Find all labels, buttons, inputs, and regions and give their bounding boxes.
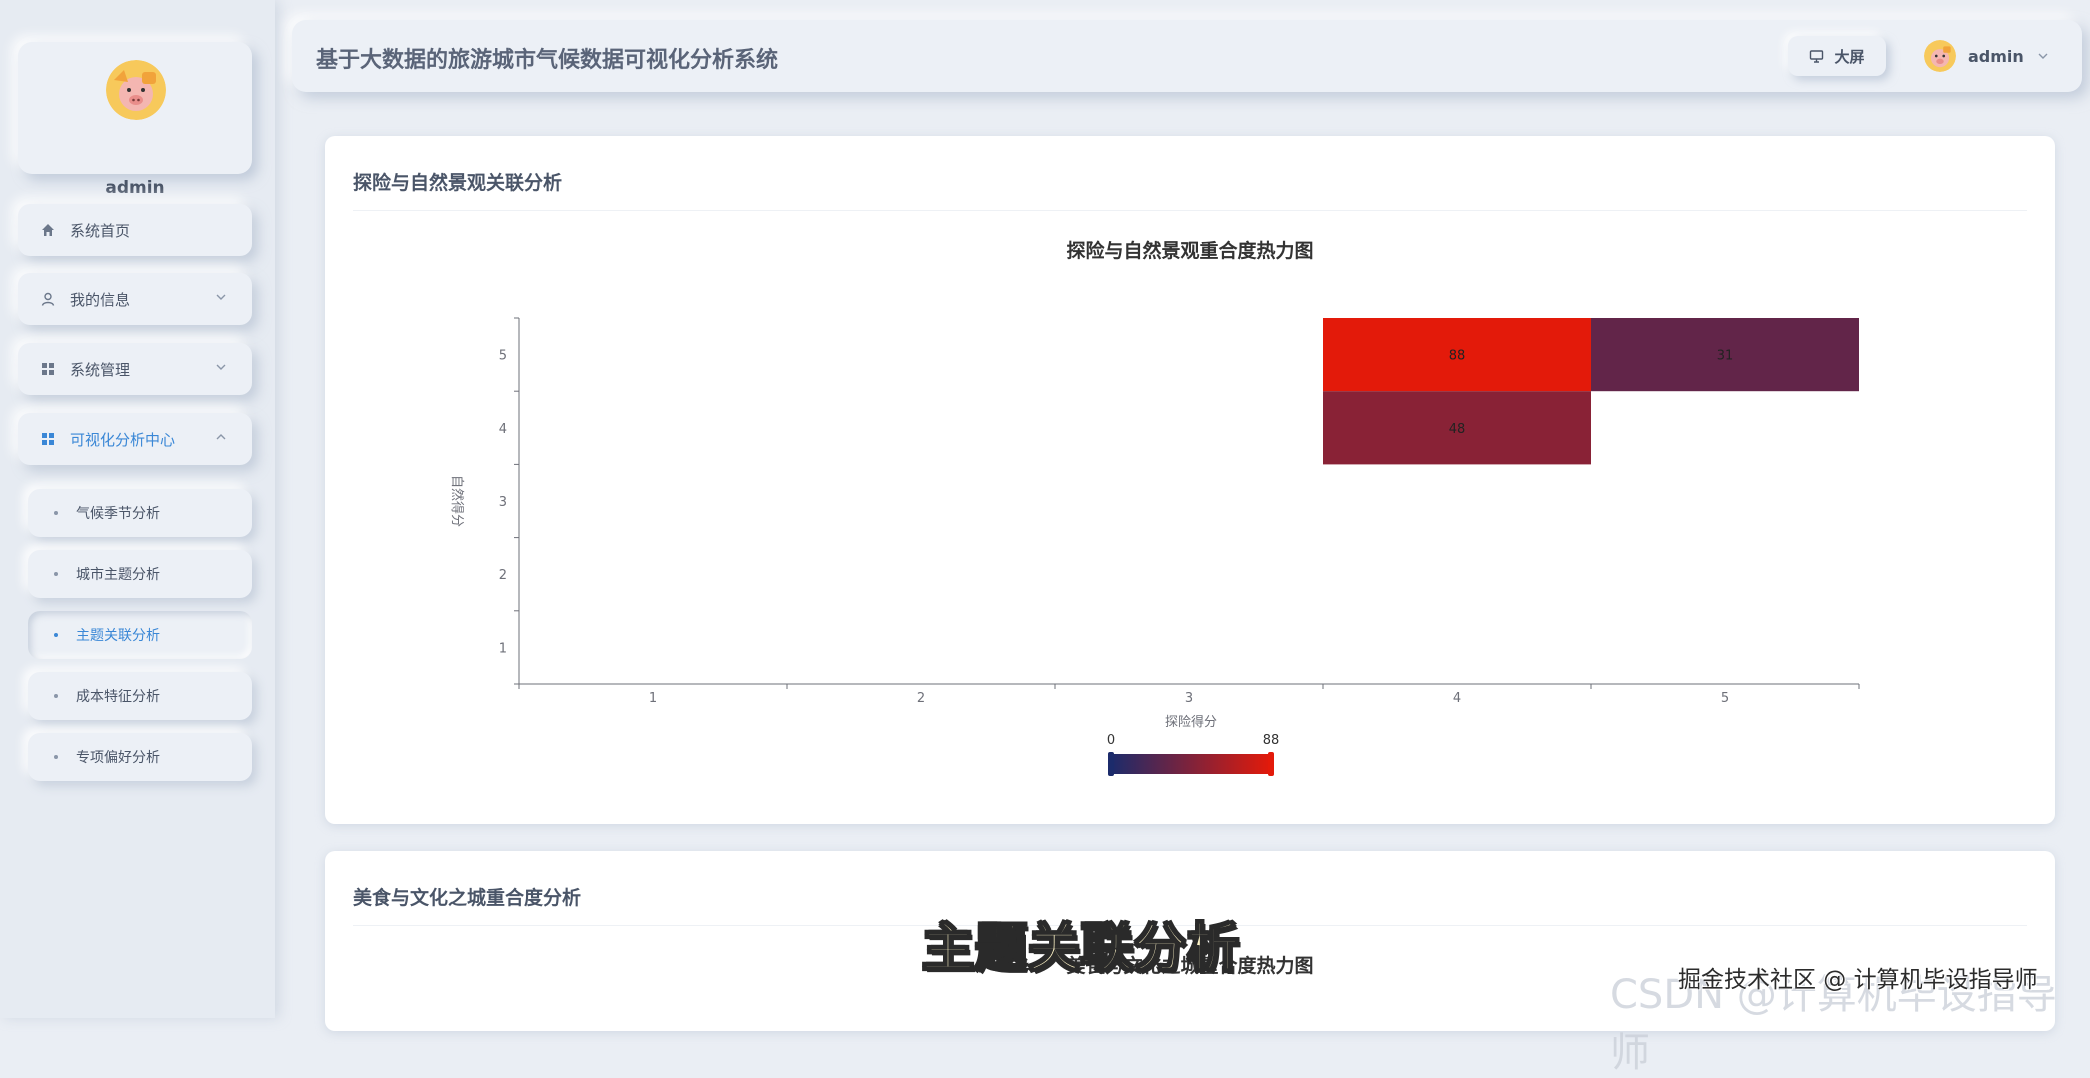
submenu-item-theme-correlation[interactable]: 主题关联分析 (28, 611, 252, 659)
y-axis-label: 自然得分 (449, 475, 465, 527)
menu-item-label: 我的信息 (70, 290, 131, 309)
sidebar: admin 系统首页 我的信息 系统管理 可视化分析中心 气候季节分析 城市主题… (0, 0, 275, 1018)
profile-name: admin (105, 178, 165, 198)
visual-map-max-label: 88 (1263, 733, 1280, 748)
submenu-item-city-theme[interactable]: 城市主题分析 (28, 550, 252, 598)
submenu-item-cost-feature[interactable]: 成本特征分析 (28, 672, 252, 720)
y-tick-label: 1 (499, 641, 507, 656)
home-icon (40, 222, 56, 238)
chevron-down-icon (2036, 49, 2050, 63)
big-screen-label: 大屏 (1834, 47, 1865, 66)
x-tick-label: 3 (1185, 691, 1193, 706)
submenu-item-label: 专项偏好分析 (76, 750, 160, 766)
visual-map-min-label: 0 (1107, 733, 1115, 748)
big-screen-button[interactable]: 大屏 (1788, 36, 1886, 76)
user-icon (40, 291, 56, 307)
avatar (1924, 40, 1956, 72)
bullet-icon (54, 755, 58, 759)
panel-title: 美食与文化之城重合度分析 (353, 887, 582, 909)
grid-icon (40, 431, 56, 447)
cell-value-label: 48 (1449, 422, 1466, 437)
menu-item-label: 系统管理 (70, 360, 131, 379)
bullet-icon (54, 511, 58, 515)
top-header: 基于大数据的旅游城市气候数据可视化分析系统 大屏 admin (292, 20, 2082, 92)
y-tick-label: 5 (499, 349, 507, 364)
x-tick-label: 2 (917, 691, 925, 706)
submenu-item-label: 气候季节分析 (76, 506, 160, 522)
profile-card: admin (18, 42, 252, 198)
user-menu[interactable]: admin (1924, 36, 2050, 76)
submenu-item-label: 成本特征分析 (76, 689, 160, 705)
visual-map-bar (1111, 754, 1271, 774)
menu-item-my-info[interactable]: 我的信息 (18, 273, 252, 325)
bullet-icon (54, 633, 58, 637)
heatmap-chart: 88 31 48 1 2 3 4 5 1 2 3 4 5 探险得分 自然得分 0 88 (449, 317, 1860, 776)
chevron-down-icon (214, 360, 228, 374)
monitor-icon (1809, 49, 1824, 64)
watermark: 掘金技术社区 @ 计算机毕设指导师 (1678, 967, 2038, 993)
menu-item-label: 可视化分析中心 (70, 430, 176, 449)
menu-item-visualization-center[interactable]: 可视化分析中心 (18, 413, 252, 465)
x-tick-label: 4 (1453, 691, 1461, 706)
visual-map-handle-max (1268, 752, 1274, 776)
submenu-item-label: 城市主题分析 (76, 567, 160, 583)
menu-item-home[interactable]: 系统首页 (18, 204, 252, 256)
user-name: admin (1968, 46, 2024, 66)
y-tick-label: 4 (499, 422, 507, 437)
grid-icon (40, 361, 56, 377)
app-title: 基于大数据的旅游城市气候数据可视化分析系统 (316, 48, 779, 73)
x-tick-label: 1 (649, 691, 657, 706)
submenu-item-special-preference[interactable]: 专项偏好分析 (28, 733, 252, 781)
bullet-icon (54, 694, 58, 698)
bullet-icon (54, 572, 58, 576)
chevron-up-icon (214, 430, 228, 444)
visual-map-handle-min (1108, 752, 1114, 776)
cell-value-label: 88 (1449, 349, 1466, 364)
video-caption: 主题关联分析 (921, 918, 1241, 980)
menu-item-system-management[interactable]: 系统管理 (18, 343, 252, 395)
chevron-down-icon (214, 290, 228, 304)
analysis-panel: 探险与自然景观关联分析 探险与自然景观重合度热力图 88 31 48 1234512… (325, 136, 2055, 824)
avatar[interactable] (106, 60, 166, 120)
x-tick-label: 5 (1721, 691, 1729, 706)
menu-item-label: 系统首页 (70, 221, 131, 240)
y-tick-label: 2 (499, 568, 507, 583)
y-tick-label: 3 (499, 495, 507, 510)
submenu-item-label: 主题关联分析 (76, 628, 160, 644)
x-axis-label: 探险得分 (1165, 714, 1217, 730)
cell-value-label: 31 (1717, 349, 1734, 364)
submenu-item-climate-season[interactable]: 气候季节分析 (28, 489, 252, 537)
